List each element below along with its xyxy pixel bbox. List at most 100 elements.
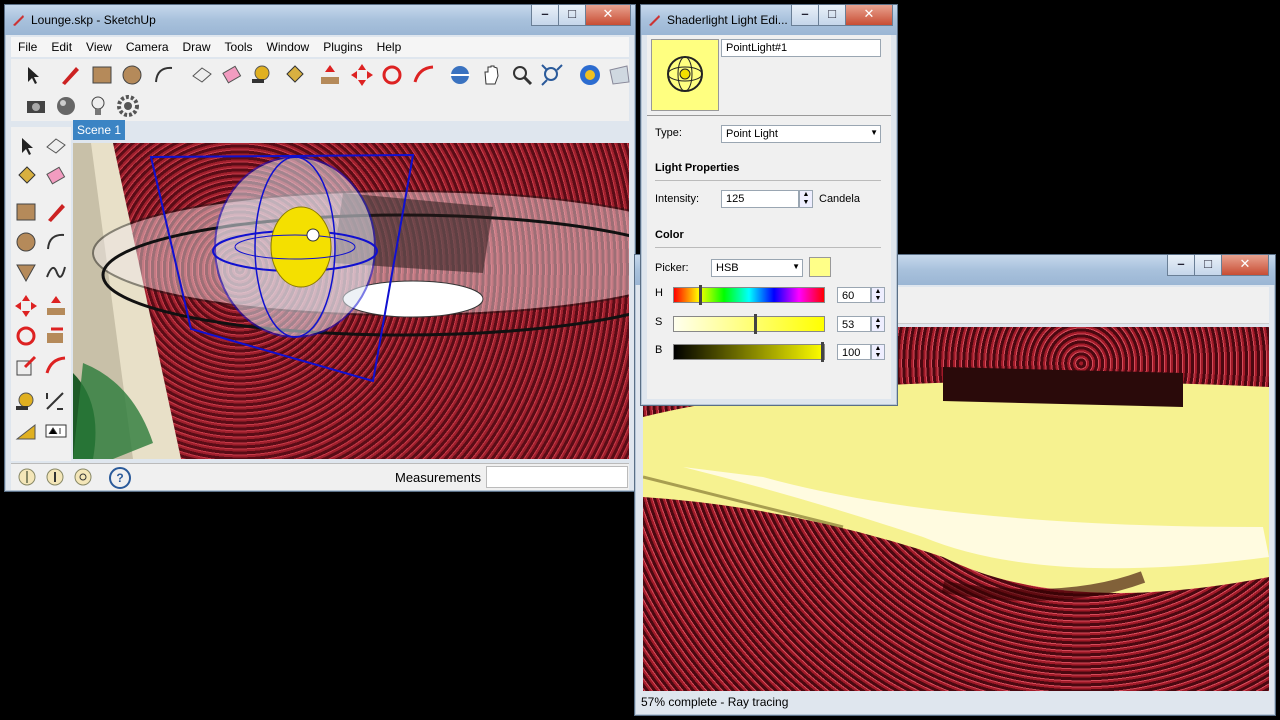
- circle-icon[interactable]: [119, 62, 145, 88]
- picker-label: Picker:: [655, 262, 689, 274]
- le-close-button[interactable]: ✕: [845, 5, 893, 26]
- pencil-icon[interactable]: [57, 62, 83, 88]
- menu-plugins[interactable]: Plugins: [316, 37, 369, 54]
- close-button[interactable]: ✕: [585, 5, 631, 26]
- brightness-spinner[interactable]: ▲ ▼: [871, 344, 885, 360]
- type-select[interactable]: Point Light ▼: [721, 125, 881, 143]
- protractor-tool-icon[interactable]: [13, 419, 39, 445]
- maximize-button[interactable]: □: [558, 5, 586, 26]
- light-bulb-icon[interactable]: [85, 93, 111, 119]
- line-tool-icon[interactable]: [43, 199, 69, 225]
- component-icon[interactable]: [43, 133, 69, 159]
- light-editor-titlebar[interactable]: Shaderlight Light Edi... – □ ✕: [641, 5, 897, 35]
- geolocation-icon[interactable]: [17, 467, 37, 487]
- orbit-icon[interactable]: [447, 62, 473, 88]
- menu-edit[interactable]: Edit: [44, 37, 79, 54]
- move-tool-icon[interactable]: [13, 293, 39, 319]
- modeling-viewport[interactable]: [73, 143, 629, 459]
- move-icon[interactable]: [349, 62, 375, 88]
- sign-in-icon[interactable]: [73, 467, 93, 487]
- paint-icon[interactable]: [13, 163, 39, 189]
- eraser-icon[interactable]: [219, 62, 245, 88]
- select-arrow-icon[interactable]: [19, 62, 45, 88]
- le-maximize-button[interactable]: □: [818, 5, 846, 26]
- shaderlight-app-icon: [649, 15, 660, 26]
- hue-input[interactable]: 60: [837, 287, 871, 303]
- offset-icon[interactable]: [411, 62, 437, 88]
- point-light-icon: [667, 56, 703, 92]
- arc-icon[interactable]: [151, 62, 177, 88]
- rectangle-icon[interactable]: [89, 62, 115, 88]
- followme-tool-icon[interactable]: [43, 323, 69, 349]
- rect-tool-icon[interactable]: [13, 199, 39, 225]
- chevron-down-icon: ▼: [870, 128, 878, 137]
- pan-hand-icon[interactable]: [479, 62, 505, 88]
- hue-slider-thumb[interactable]: [699, 285, 702, 305]
- brightness-slider-thumb[interactable]: [821, 342, 824, 362]
- saturation-slider[interactable]: [673, 314, 825, 334]
- offset-tool-icon[interactable]: [43, 353, 69, 379]
- tape-measure-icon[interactable]: [249, 62, 275, 88]
- select-icon[interactable]: [13, 133, 39, 159]
- light-name-input[interactable]: PointLight#1: [721, 39, 881, 57]
- zoom-extents-icon[interactable]: [539, 62, 565, 88]
- intensity-spinner[interactable]: ▲ ▼: [799, 190, 813, 208]
- saturation-spinner[interactable]: ▲ ▼: [871, 316, 885, 332]
- instructor-help-icon[interactable]: ?: [109, 467, 131, 489]
- share-model-icon[interactable]: [607, 62, 633, 88]
- polygon-tool-icon[interactable]: [13, 259, 39, 285]
- picker-select[interactable]: HSB ▼: [711, 259, 803, 277]
- scene-tab[interactable]: Scene 1: [73, 120, 125, 140]
- menu-window[interactable]: Window: [260, 37, 317, 54]
- render-maximize-button[interactable]: □: [1194, 255, 1222, 276]
- saturation-input[interactable]: 53: [837, 316, 871, 332]
- color-swatch[interactable]: [809, 257, 831, 277]
- intensity-label: Intensity:: [655, 193, 700, 205]
- settings-gear-icon[interactable]: [115, 93, 141, 119]
- scale-tool-icon[interactable]: [13, 353, 39, 379]
- brightness-input[interactable]: 100: [837, 344, 871, 360]
- measurements-input[interactable]: [486, 466, 628, 488]
- left-tool-palette: [11, 127, 71, 461]
- menu-file[interactable]: File: [11, 37, 44, 54]
- light-preview-thumbnail: [651, 39, 719, 111]
- menu-camera[interactable]: Camera: [119, 37, 176, 54]
- render-close-button[interactable]: ✕: [1221, 255, 1269, 276]
- zoom-icon[interactable]: [509, 62, 535, 88]
- hue-spinner[interactable]: ▲ ▼: [871, 287, 885, 303]
- push-pull-icon[interactable]: [317, 62, 343, 88]
- get-models-icon[interactable]: [577, 62, 603, 88]
- color-heading: Color: [655, 229, 684, 241]
- brightness-slider[interactable]: [673, 342, 825, 362]
- render-minimize-button[interactable]: –: [1167, 255, 1195, 276]
- hue-slider[interactable]: [673, 285, 825, 305]
- light-editor-title: Shaderlight Light Edi...: [667, 13, 788, 27]
- rotate-icon[interactable]: [379, 62, 405, 88]
- menu-draw[interactable]: Draw: [176, 37, 218, 54]
- pushpull-tool-icon[interactable]: [43, 293, 69, 319]
- material-sphere-icon[interactable]: [53, 93, 79, 119]
- menu-tools[interactable]: Tools: [218, 37, 260, 54]
- arc-tool-icon[interactable]: [43, 229, 69, 255]
- erase-icon[interactable]: [43, 163, 69, 189]
- text-tool-icon[interactable]: [43, 419, 69, 445]
- dimension-tool-icon[interactable]: [43, 389, 69, 415]
- credits-icon[interactable]: [45, 467, 65, 487]
- intensity-input[interactable]: 125: [721, 190, 799, 208]
- saturation-slider-thumb[interactable]: [753, 314, 757, 334]
- menu-help[interactable]: Help: [370, 37, 409, 54]
- make-component-icon[interactable]: [189, 62, 215, 88]
- le-minimize-button[interactable]: –: [791, 5, 819, 26]
- freehand-tool-icon[interactable]: [43, 259, 69, 285]
- paint-bucket-icon[interactable]: [281, 62, 307, 88]
- camera-render-icon[interactable]: [23, 93, 49, 119]
- sketchup-titlebar[interactable]: Lounge.skp - SketchUp – □ ✕: [5, 5, 635, 35]
- tape-tool-icon[interactable]: [13, 389, 39, 415]
- divider: [655, 180, 881, 181]
- picker-select-value: HSB: [716, 262, 739, 274]
- viewport-scene: [73, 143, 629, 459]
- minimize-button[interactable]: –: [531, 5, 559, 26]
- rotate-tool-icon[interactable]: [13, 323, 39, 349]
- circle-tool-icon[interactable]: [13, 229, 39, 255]
- menu-view[interactable]: View: [79, 37, 119, 54]
